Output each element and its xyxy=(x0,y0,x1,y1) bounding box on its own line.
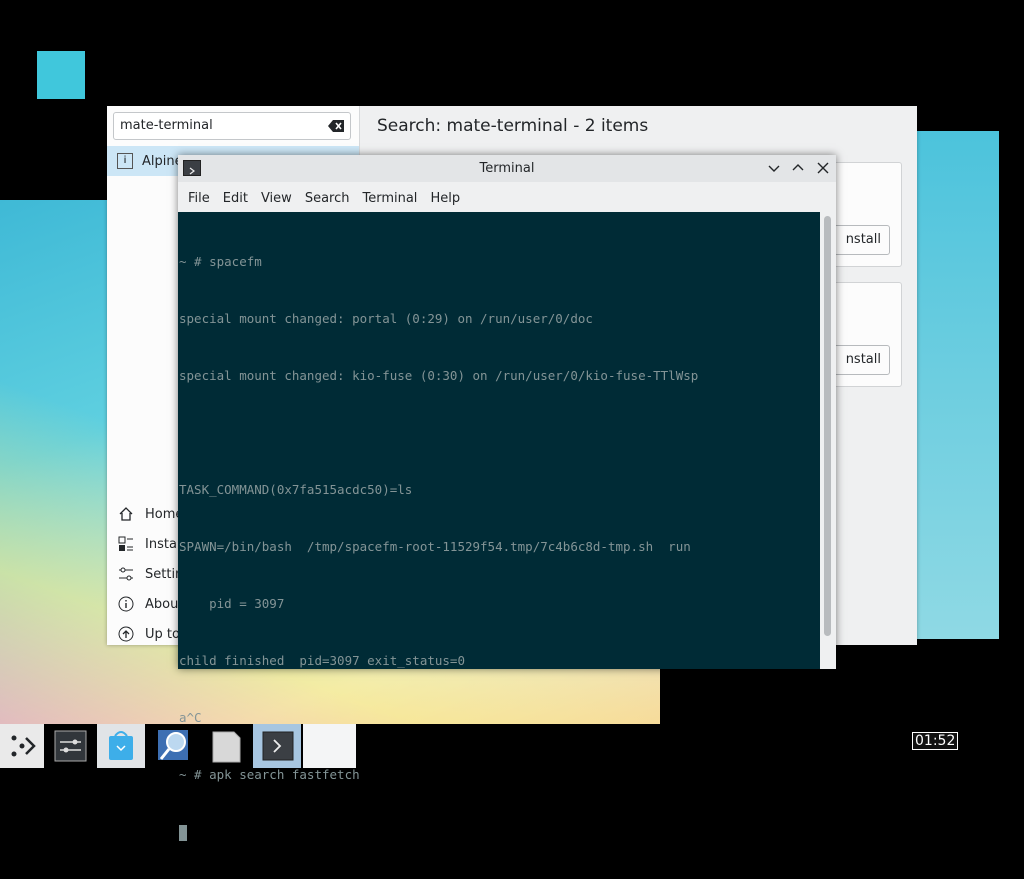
settings-icon xyxy=(119,567,133,581)
search-tool-icon xyxy=(158,730,188,760)
terminal-icon xyxy=(262,731,294,761)
close-icon[interactable] xyxy=(816,161,830,175)
terminal-app-icon xyxy=(183,160,201,176)
search-input[interactable]: mate-terminal xyxy=(113,112,351,140)
terminal-cursor-line xyxy=(179,822,820,841)
text-cursor xyxy=(179,824,187,841)
taskbar-settings[interactable] xyxy=(47,724,95,768)
taskbar-software-center[interactable] xyxy=(97,724,145,768)
search-result-label: Alpine xyxy=(142,153,183,169)
menu-search[interactable]: Search xyxy=(305,191,350,206)
clock[interactable]: 01:52 xyxy=(912,732,959,750)
taskbar-empty-slot[interactable] xyxy=(303,724,356,768)
page-title: Search: mate-terminal - 2 items xyxy=(377,116,649,136)
clear-search-icon[interactable] xyxy=(328,120,344,132)
menu-view[interactable]: View xyxy=(261,191,292,206)
app-card[interactable]: nstall xyxy=(827,162,902,267)
terminal-output[interactable]: ~ # spacefm special mount changed: porta… xyxy=(178,212,820,841)
sidebar-item-label: Instal xyxy=(145,536,181,552)
terminal-window: Terminal File Edit View Search Terminal … xyxy=(178,155,836,841)
scrollbar-thumb[interactable] xyxy=(824,216,831,636)
alpine-source-icon: i xyxy=(117,153,133,169)
taskbar xyxy=(0,724,1024,768)
info-icon xyxy=(118,596,134,612)
terminal-line: child finished pid=3097 exit_status=0 xyxy=(179,653,465,668)
minimize-icon[interactable] xyxy=(767,161,781,175)
desktop-icon[interactable] xyxy=(37,51,85,99)
install-button[interactable]: nstall xyxy=(828,225,890,255)
menu-help[interactable]: Help xyxy=(430,191,460,206)
terminal-line: special mount changed: kio-fuse (0:30) o… xyxy=(179,368,699,383)
software-center-icon xyxy=(109,731,133,760)
terminal-line: ~ # spacefm xyxy=(179,254,262,269)
update-icon xyxy=(118,626,134,642)
application-launcher[interactable] xyxy=(0,724,44,768)
search-input-value: mate-terminal xyxy=(120,118,213,133)
taskbar-terminal[interactable] xyxy=(253,724,301,768)
menu-terminal[interactable]: Terminal xyxy=(362,191,417,206)
launcher-icon xyxy=(11,735,36,757)
home-icon xyxy=(119,507,133,521)
terminal-line: SPAWN=/bin/bash /tmp/spacefm-root-11529f… xyxy=(179,539,691,554)
installed-icon xyxy=(118,536,133,551)
background-window-edge xyxy=(916,131,999,639)
scrollbar[interactable] xyxy=(820,212,836,669)
file-icon xyxy=(212,731,241,763)
taskbar-file[interactable] xyxy=(203,724,251,768)
terminal-line: pid = 3097 xyxy=(179,596,285,611)
menu-bar: File Edit View Search Terminal Help xyxy=(178,184,463,212)
taskbar-search-tool[interactable] xyxy=(150,724,198,768)
terminal-line: special mount changed: portal (0:29) on … xyxy=(179,311,593,326)
maximize-icon[interactable] xyxy=(791,161,805,175)
window-title: Terminal xyxy=(479,161,535,176)
menu-file[interactable]: File xyxy=(188,191,210,206)
install-button[interactable]: nstall xyxy=(828,345,890,375)
menu-edit[interactable]: Edit xyxy=(223,191,248,206)
settings-app-icon xyxy=(54,730,87,762)
terminal-titlebar[interactable]: Terminal xyxy=(178,155,836,182)
sidebar-item-label: Up to xyxy=(145,626,180,642)
app-card[interactable]: nstall xyxy=(827,282,902,387)
terminal-line: TASK_COMMAND(0x7fa515acdc50)=ls xyxy=(179,482,413,497)
